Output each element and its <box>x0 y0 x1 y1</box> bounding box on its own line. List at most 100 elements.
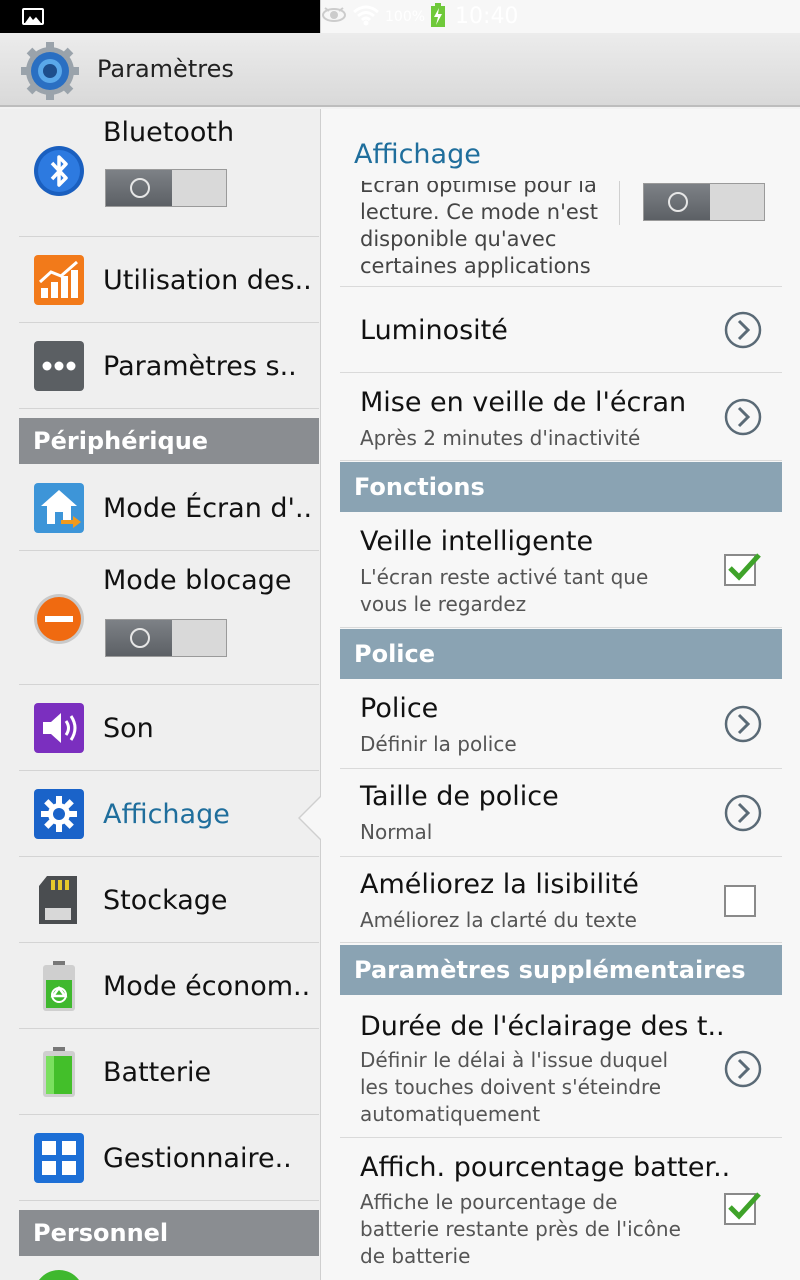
status-bar: 100% 10:40 <box>0 0 800 33</box>
sidebar-item-label: Affichage <box>103 799 230 830</box>
sound-icon <box>33 702 85 754</box>
sidebar-item-label: Gestionnaire.. <box>103 1143 292 1174</box>
row-title: Veille intelligente <box>360 526 594 557</box>
sidebar-item-bluetooth[interactable]: Bluetooth <box>19 109 319 237</box>
readability-row[interactable]: Améliorez la lisibilité Améliorez la cla… <box>340 857 782 943</box>
page-title: Paramètres <box>97 55 234 83</box>
bluetooth-toggle[interactable] <box>105 169 227 207</box>
home-screen-mode-icon <box>33 482 85 534</box>
touch-key-light-duration-row[interactable]: Durée de l'éclairage des t.. Définir le … <box>340 995 782 1138</box>
section-header-personal: Personnel <box>19 1210 319 1256</box>
battery-icon <box>33 1046 85 1098</box>
sidebar-item-label: Batterie <box>103 1057 212 1088</box>
row-title: Affich. pourcentage batter.. <box>360 1152 731 1183</box>
row-subtitle: Définir le délai à l'issue duquel les to… <box>360 1048 669 1126</box>
row-subtitle: Définir la police <box>360 732 517 756</box>
checkmark-icon <box>728 1192 761 1220</box>
section-header-device: Périphérique <box>19 418 319 464</box>
chevron-right-icon <box>724 398 762 436</box>
row-title: Taille de police <box>360 781 559 812</box>
power-saving-icon <box>33 960 85 1012</box>
smart-stay-checkbox[interactable] <box>724 553 761 586</box>
reading-mode-toggle[interactable] <box>643 183 765 221</box>
chevron-right-icon <box>724 705 762 743</box>
row-subtitle: Après 2 minutes d'inactivité <box>360 426 641 450</box>
blocking-mode-icon <box>33 593 85 645</box>
sidebar-item-more-settings[interactable]: Paramètres s.. <box>19 323 319 409</box>
sidebar-item-label: Paramètres s.. <box>103 351 297 382</box>
sidebar-item-blocking-mode[interactable]: Mode blocage <box>19 551 319 685</box>
brightness-row[interactable]: Luminosité <box>340 287 782 373</box>
row-title: Mise en veille de l'écran <box>360 387 687 418</box>
storage-icon <box>33 874 85 926</box>
sidebar-item-power-saving[interactable]: Mode économ.. <box>19 943 319 1029</box>
sidebar-item-label: Mode blocage <box>103 565 292 596</box>
chevron-right-icon <box>724 311 762 349</box>
description-line: lecture. Ce mode n'est <box>360 200 598 224</box>
sidebar-item-data-usage[interactable]: Utilisation des.. <box>19 237 319 323</box>
sidebar-item-battery[interactable]: Batterie <box>19 1029 319 1115</box>
sidebar-item-label: Son <box>103 713 154 744</box>
section-header-additional-settings: Paramètres supplémentaires <box>340 945 782 995</box>
blocking-mode-toggle[interactable] <box>105 619 227 657</box>
application-manager-icon <box>33 1132 85 1184</box>
section-header-label: Personnel <box>33 1219 169 1247</box>
row-title: Améliorez la lisibilité <box>360 869 639 900</box>
row-divider <box>619 181 620 225</box>
image-notification-icon <box>22 8 44 25</box>
row-subtitle: Affiche le pourcentage de batterie resta… <box>360 1190 681 1268</box>
section-header-font: Police <box>340 629 782 679</box>
smart-stay-row[interactable]: Veille intelligente L'écran reste activé… <box>340 512 782 628</box>
sidebar-item-sound[interactable]: Son <box>19 685 319 771</box>
row-subtitle: Améliorez la clarté du texte <box>360 908 637 932</box>
section-header-label: Fonctions <box>354 473 485 501</box>
eye-icon <box>321 6 347 28</box>
section-header-label: Police <box>354 640 436 668</box>
section-header-functions: Fonctions <box>340 462 782 512</box>
bluetooth-icon <box>33 145 85 197</box>
row-title: Police <box>360 693 439 724</box>
screen-timeout-row[interactable]: Mise en veille de l'écran Après 2 minute… <box>340 373 782 461</box>
display-settings-panel: Affichage Écran optimisé pour la lecture… <box>320 109 800 1280</box>
battery-percent-text: 100% <box>385 8 426 25</box>
display-icon <box>33 788 85 840</box>
chevron-right-icon <box>724 1050 762 1088</box>
section-header-label: Périphérique <box>33 427 209 455</box>
chevron-right-icon <box>724 794 762 832</box>
row-subtitle: L'écran reste activé tant que vous le re… <box>360 565 649 616</box>
sidebar-item-home-screen-mode[interactable]: Mode Écran d'.. <box>19 465 319 551</box>
checkmark-icon <box>728 553 761 581</box>
battery-percentage-checkbox[interactable] <box>724 1192 761 1225</box>
font-size-row[interactable]: Taille de police Normal <box>340 769 782 857</box>
battery-charging-icon <box>431 2 446 31</box>
font-row[interactable]: Police Définir la police <box>340 679 782 769</box>
sidebar-item-label: Bluetooth <box>103 117 235 148</box>
sidebar-item-label: Utilisation des.. <box>103 265 312 296</box>
description-line: disponible qu'avec <box>360 227 557 251</box>
selection-pointer <box>300 796 322 840</box>
sidebar-item-label: Stockage <box>103 885 228 916</box>
wifi-icon <box>353 4 379 30</box>
sidebar-item-storage[interactable]: Stockage <box>19 857 319 943</box>
panel-title: Affichage <box>354 139 481 170</box>
more-settings-icon <box>33 340 85 392</box>
description-line: certaines applications <box>360 254 591 278</box>
settings-gear-icon[interactable] <box>20 41 80 101</box>
reading-mode-row[interactable]: Écran optimisé pour la lecture. Ce mode … <box>340 181 782 287</box>
description-line: Écran optimisé pour la <box>360 181 597 197</box>
sidebar-item-label: Mode économ.. <box>103 971 311 1002</box>
section-header-label: Paramètres supplémentaires <box>354 956 746 984</box>
action-bar: Paramètres <box>0 33 800 107</box>
data-usage-icon <box>33 254 85 306</box>
battery-percentage-row[interactable]: Affich. pourcentage batter.. Affiche le … <box>340 1139 782 1280</box>
readability-checkbox[interactable] <box>724 885 756 917</box>
partial-list-item-icon <box>33 1269 85 1280</box>
sidebar-item-application-manager[interactable]: Gestionnaire.. <box>19 1115 319 1201</box>
row-title: Durée de l'éclairage des t.. <box>360 1011 725 1042</box>
sidebar-item-label: Mode Écran d'.. <box>103 493 313 524</box>
settings-category-list: Bluetooth Utilisation des.. Paramètres s… <box>0 109 320 1280</box>
row-title: Luminosité <box>360 315 508 346</box>
reading-mode-description: Écran optimisé pour la lecture. Ce mode … <box>360 181 690 280</box>
sidebar-item-display[interactable]: Affichage <box>19 771 319 857</box>
row-subtitle: Normal <box>360 820 433 844</box>
